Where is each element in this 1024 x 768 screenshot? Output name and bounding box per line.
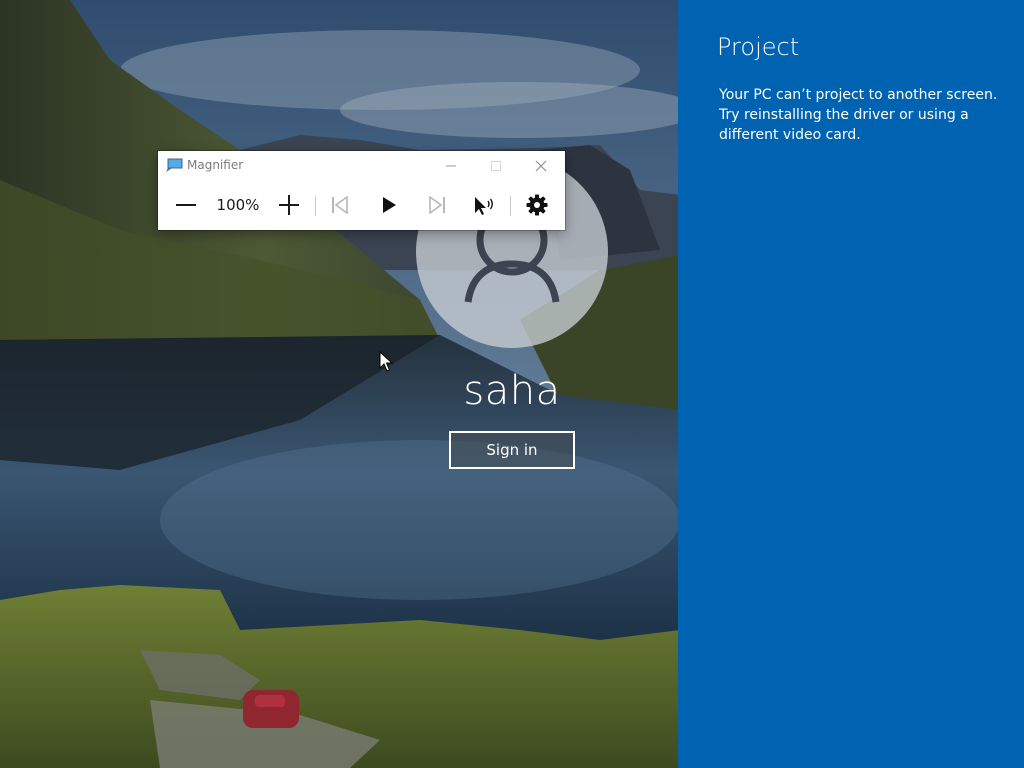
minus-icon <box>176 204 196 206</box>
gear-icon <box>526 194 548 216</box>
project-panel: Project Your PC can’t project to another… <box>678 0 1024 768</box>
plus-icon <box>279 195 299 215</box>
zoom-in-button[interactable] <box>271 180 307 230</box>
previous-sentence-button[interactable] <box>324 180 356 230</box>
minimize-button[interactable] <box>429 151 473 180</box>
skip-next-icon <box>429 196 445 214</box>
maximize-button[interactable] <box>474 151 518 180</box>
sign-in-button[interactable]: Sign in <box>449 431 575 469</box>
minimize-icon <box>446 165 456 166</box>
magnifier-toolbar: 100% <box>158 180 565 230</box>
project-panel-title: Project <box>717 33 800 61</box>
close-icon <box>535 160 547 171</box>
magnifier-titlebar[interactable]: Magnifier <box>158 151 565 180</box>
magnifier-window: Magnifier 100% <box>158 151 565 230</box>
toolbar-divider <box>315 196 316 216</box>
settings-button[interactable] <box>521 180 553 230</box>
next-sentence-button[interactable] <box>421 180 453 230</box>
play-icon <box>383 197 396 213</box>
read-from-here-button[interactable] <box>468 180 500 230</box>
read-from-here-icon <box>475 197 493 215</box>
zoom-out-button[interactable] <box>168 180 204 230</box>
close-button[interactable] <box>519 151 563 180</box>
magnifier-title: Magnifier <box>187 158 244 172</box>
skip-previous-icon <box>332 196 348 214</box>
lock-screen: saha Sign in Magnifier 100% Project Your… <box>0 0 1024 768</box>
user-name: saha <box>463 368 561 414</box>
magnifier-app-icon <box>166 158 183 172</box>
toolbar-divider <box>510 196 511 216</box>
zoom-level: 100% <box>216 196 260 214</box>
mouse-pointer-icon <box>379 351 393 372</box>
maximize-icon <box>491 160 501 171</box>
project-panel-message: Your PC can’t project to another screen.… <box>719 87 998 143</box>
play-button[interactable] <box>373 180 405 230</box>
